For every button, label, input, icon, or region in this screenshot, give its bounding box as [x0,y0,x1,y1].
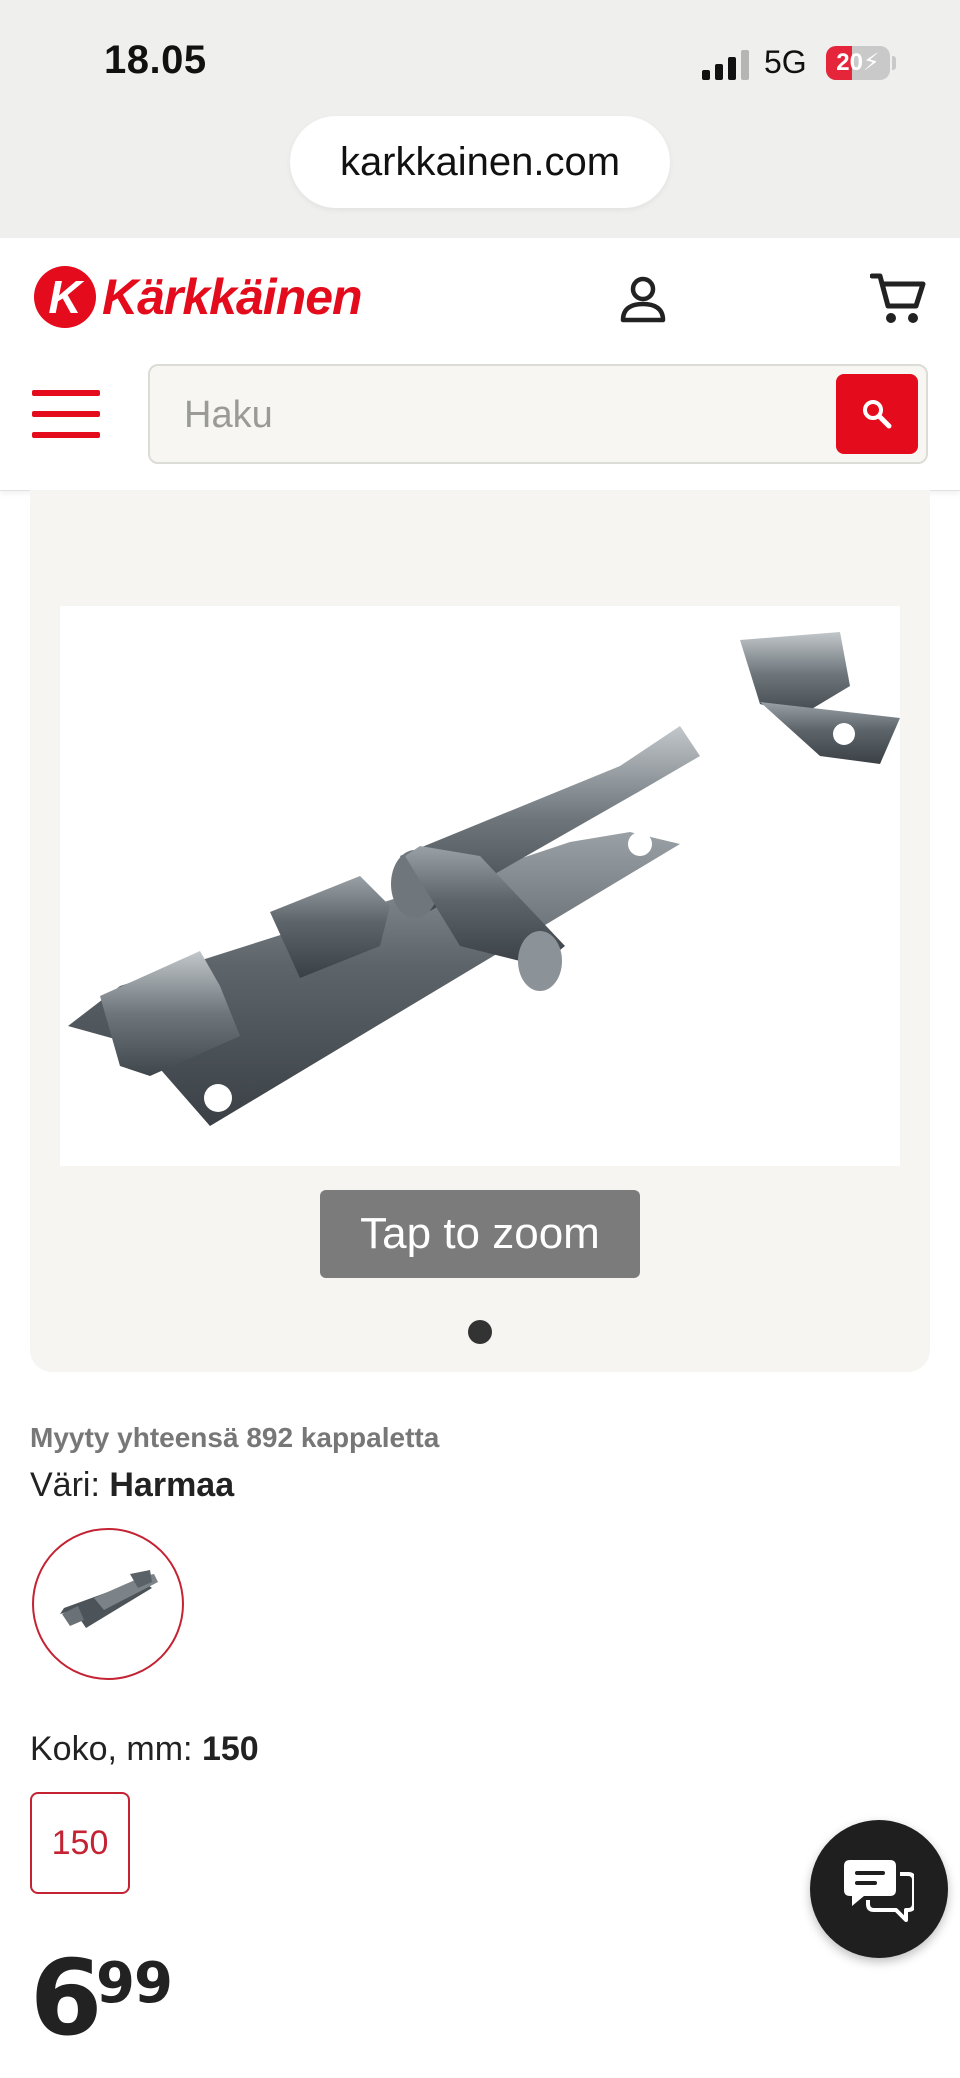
menu-icon[interactable] [32,390,100,438]
size-label: Koko, mm: [30,1730,193,1768]
search-icon [863,400,892,429]
status-bar: 18.05 5G 20⚡ karkkainen.com [0,0,960,238]
address-bar[interactable]: karkkainen.com [290,116,670,208]
network-type: 5G [764,44,807,80]
size-value: 150 [201,1730,259,1768]
signal-icon [702,48,750,80]
color-selector-label: Väri: Harmaa [30,1466,234,1505]
status-time: 18.05 [104,38,207,82]
color-swatch-harmaa[interactable] [32,1528,184,1680]
logo-text: Kärkkäinen [102,269,363,325]
sold-count: Myyty yhteensä 892 kappaletta [30,1422,440,1453]
tap-to-zoom-label[interactable]: Tap to zoom [320,1190,640,1278]
search-button[interactable] [836,374,918,454]
size-option-150[interactable]: 150 [30,1792,130,1894]
chat-button[interactable] [810,1820,948,1958]
search-bar [148,364,928,464]
battery-tip [892,56,896,70]
chat-icon [844,1860,914,1922]
user-icon[interactable] [618,274,668,324]
color-value: Harmaa [109,1466,235,1504]
battery-level: 20 [836,49,863,76]
gallery-dot-active[interactable] [468,1320,492,1344]
battery-icon: 20⚡ [826,46,890,80]
price-decimals: 99 [96,1951,173,2016]
search-input[interactable] [182,388,806,442]
price-integer: 6 [30,1937,102,2059]
size-selector-label: Koko, mm: 150 [30,1730,259,1769]
product-image[interactable] [60,606,900,1166]
cart-icon[interactable] [869,272,926,326]
logo-mark: K [34,266,96,328]
color-label: Väri: [30,1466,100,1504]
site-header: K Kärkkäinen [0,238,960,491]
product-gallery[interactable]: Tap to zoom [30,490,930,1372]
